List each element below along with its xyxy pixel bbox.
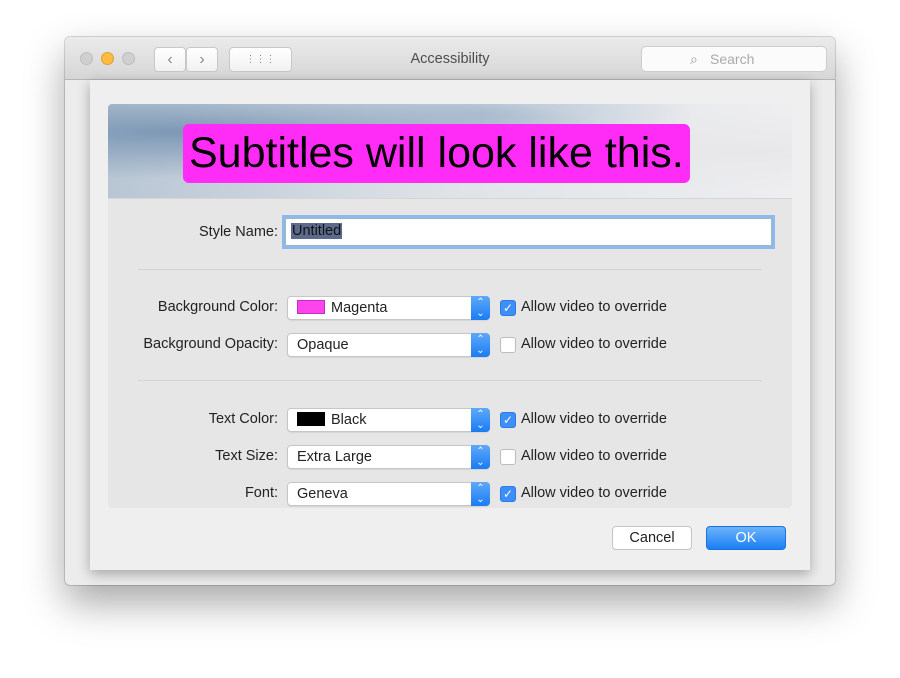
search-input[interactable]: ⌕ Search (641, 46, 827, 72)
text-color-label: Text Color: (208, 411, 278, 427)
cancel-button[interactable]: Cancel (612, 526, 692, 550)
ok-button[interactable]: OK (706, 526, 786, 550)
override-label: Allow video to override (521, 299, 667, 315)
style-name-field[interactable]: Untitled (285, 218, 772, 246)
style-name-label: Style Name: (199, 224, 278, 240)
background-opacity-label: Background Opacity: (143, 336, 278, 352)
font-override-checkbox[interactable]: ✓ (500, 486, 516, 502)
text-size-override-checkbox[interactable] (500, 449, 516, 465)
override-label: Allow video to override (521, 336, 667, 352)
background-opacity-override-checkbox[interactable] (500, 337, 516, 353)
background-color-popup[interactable]: Magenta ⌃ ⌄ (287, 296, 490, 320)
magenta-swatch (297, 300, 325, 314)
title-bar: ‹ › ⋮⋮⋮ Accessibility ⌕ Search (65, 37, 835, 80)
override-label: Allow video to override (521, 411, 667, 427)
text-color-popup[interactable]: Black ⌃ ⌄ (287, 408, 490, 432)
background-color-label: Background Color: (157, 299, 278, 315)
search-placeholder: Search (710, 51, 755, 67)
subtitle-preview: Subtitles will look like this. (108, 104, 792, 198)
chevron-updown-icon: ⌃ ⌄ (471, 296, 490, 320)
divider (138, 380, 762, 381)
text-size-popup[interactable]: Extra Large ⌃ ⌄ (287, 445, 490, 469)
text-color-override-checkbox[interactable]: ✓ (500, 412, 516, 428)
text-size-label: Text Size: (215, 448, 278, 464)
chevron-updown-icon: ⌃ ⌄ (471, 482, 490, 506)
override-label: Allow video to override (521, 448, 667, 464)
background-opacity-popup[interactable]: Opaque ⌃ ⌄ (287, 333, 490, 357)
chevron-updown-icon: ⌃ ⌄ (471, 445, 490, 469)
divider (138, 269, 762, 270)
override-label: Allow video to override (521, 485, 667, 501)
black-swatch (297, 412, 325, 426)
font-label: Font: (244, 485, 278, 501)
preview-subtitle-text: Subtitles will look like this. (183, 124, 690, 183)
caption-style-sheet: Subtitles will look like this. Style Nam… (90, 80, 810, 570)
style-name-value: Untitled (291, 223, 343, 239)
background-color-override-checkbox[interactable]: ✓ (500, 300, 516, 316)
chevron-updown-icon: ⌃ ⌄ (471, 408, 490, 432)
style-options-panel: Style Name: Untitled Background Color: M… (108, 198, 792, 508)
search-icon: ⌕ (690, 51, 698, 67)
chevron-updown-icon: ⌃ ⌄ (471, 333, 490, 357)
font-popup[interactable]: Geneva ⌃ ⌄ (287, 482, 490, 506)
